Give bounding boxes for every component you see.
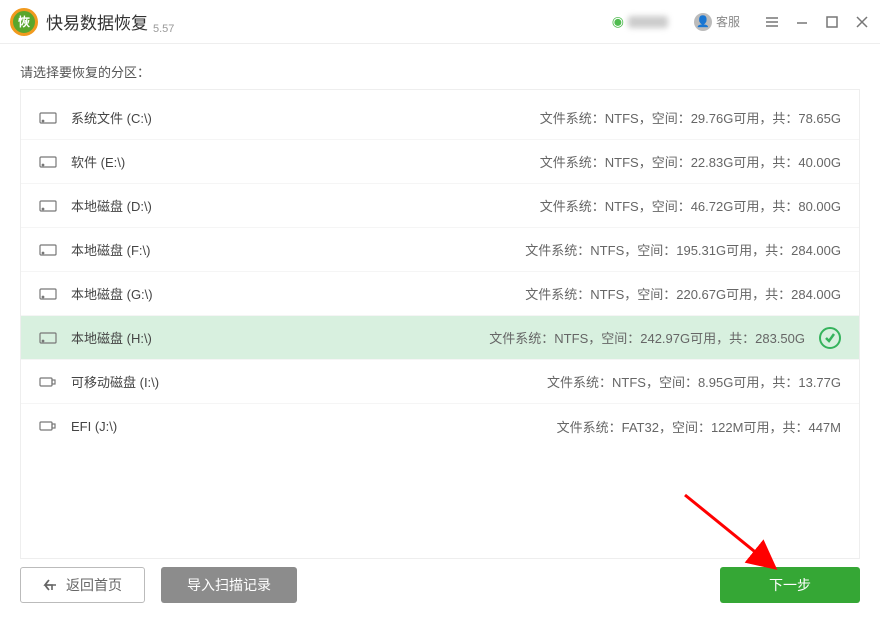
close-icon <box>855 15 869 29</box>
footer-bar: 返回首页 导入扫描记录 下一步 <box>0 560 880 620</box>
drive-icon <box>39 243 57 257</box>
drive-name: 软件 (E:\) <box>71 152 191 171</box>
partition-list: 系统文件 (C:\) 文件系统：NTFS，空间：29.76G可用，共：78.65G… <box>20 89 860 559</box>
status-dot-icon: ◉ <box>612 13 624 30</box>
partition-row[interactable]: 本地磁盘 (G:\) 文件系统：NTFS，空间：220.67G可用，共：284.0… <box>21 272 859 316</box>
import-scan-label: 导入扫描记录 <box>187 575 271 595</box>
partition-row[interactable]: 可移动磁盘 (I:\) 文件系统：NTFS，空间：8.95G可用，共：13.77G <box>21 360 859 404</box>
maximize-button[interactable] <box>824 14 840 30</box>
hamburger-icon <box>765 15 779 29</box>
partition-row[interactable]: EFI (J:\) 文件系统：FAT32，空间：122M可用，共：447M <box>21 404 859 448</box>
select-partition-prompt: 请选择要恢复的分区： <box>20 62 860 81</box>
title-bar: 恢 快易数据恢复 5.57 ◉ 👤 客服 <box>0 0 880 44</box>
username-blurred <box>628 16 668 28</box>
drive-info: 文件系统：FAT32，空间：122M可用，共：447M <box>557 417 841 436</box>
support-label: 客服 <box>716 13 740 30</box>
minimize-button[interactable] <box>794 14 810 30</box>
drive-info: 文件系统：NTFS，空间：46.72G可用，共：80.00G <box>540 196 841 215</box>
drive-name: 本地磁盘 (D:\) <box>71 196 191 215</box>
drive-name: 可移动磁盘 (I:\) <box>71 372 191 391</box>
app-logo-icon: 恢 <box>10 8 38 36</box>
back-home-label: 返回首页 <box>66 575 122 595</box>
close-button[interactable] <box>854 14 870 30</box>
drive-icon <box>39 155 57 169</box>
app-version: 5.57 <box>153 23 174 35</box>
import-scan-button[interactable]: 导入扫描记录 <box>161 567 297 603</box>
minimize-icon <box>795 15 809 29</box>
partition-row[interactable]: 软件 (E:\) 文件系统：NTFS，空间：22.83G可用，共：40.00G <box>21 140 859 184</box>
partition-row[interactable]: 本地磁盘 (F:\) 文件系统：NTFS，空间：195.31G可用，共：284.0… <box>21 228 859 272</box>
content-area: 请选择要恢复的分区： 系统文件 (C:\) 文件系统：NTFS，空间：29.76G… <box>0 44 880 559</box>
drive-icon <box>39 199 57 213</box>
drive-info: 文件系统：NTFS，空间：220.67G可用，共：284.00G <box>525 284 841 303</box>
app-title: 快易数据恢复 <box>46 9 148 34</box>
partition-row[interactable]: 系统文件 (C:\) 文件系统：NTFS，空间：29.76G可用，共：78.65G <box>21 96 859 140</box>
drive-info: 文件系统：NTFS，空间：22.83G可用，共：40.00G <box>540 152 841 171</box>
back-home-button[interactable]: 返回首页 <box>20 567 145 603</box>
maximize-icon <box>825 15 839 29</box>
next-step-button[interactable]: 下一步 <box>720 567 860 603</box>
drive-icon <box>39 287 57 301</box>
drive-info: 文件系统：NTFS，空间：195.31G可用，共：284.00G <box>525 240 841 259</box>
drive-info: 文件系统：NTFS，空间：29.76G可用，共：78.65G <box>540 108 841 127</box>
selected-check-icon <box>819 327 841 349</box>
partition-row[interactable]: 本地磁盘 (H:\) 文件系统：NTFS，空间：242.97G可用，共：283.5… <box>21 316 859 360</box>
drive-icon <box>39 111 57 125</box>
drive-name: 本地磁盘 (G:\) <box>71 284 191 303</box>
next-step-label: 下一步 <box>769 575 811 595</box>
menu-button[interactable] <box>764 14 780 30</box>
user-account-badge[interactable]: ◉ <box>604 11 676 32</box>
drive-icon <box>39 331 57 345</box>
drive-icon <box>39 419 57 433</box>
partition-row[interactable]: 本地磁盘 (D:\) 文件系统：NTFS，空间：46.72G可用，共：80.00G <box>21 184 859 228</box>
support-button[interactable]: 👤 客服 <box>686 11 748 33</box>
drive-name: 本地磁盘 (H:\) <box>71 328 191 347</box>
avatar-icon: 👤 <box>694 13 712 31</box>
drive-name: EFI (J:\) <box>71 419 191 434</box>
drive-name: 本地磁盘 (F:\) <box>71 240 191 259</box>
drive-info: 文件系统：NTFS，空间：242.97G可用，共：283.50G <box>489 328 805 347</box>
back-arrow-icon <box>43 578 58 593</box>
drive-info: 文件系统：NTFS，空间：8.95G可用，共：13.77G <box>547 372 841 391</box>
drive-name: 系统文件 (C:\) <box>71 108 191 127</box>
drive-icon <box>39 375 57 389</box>
